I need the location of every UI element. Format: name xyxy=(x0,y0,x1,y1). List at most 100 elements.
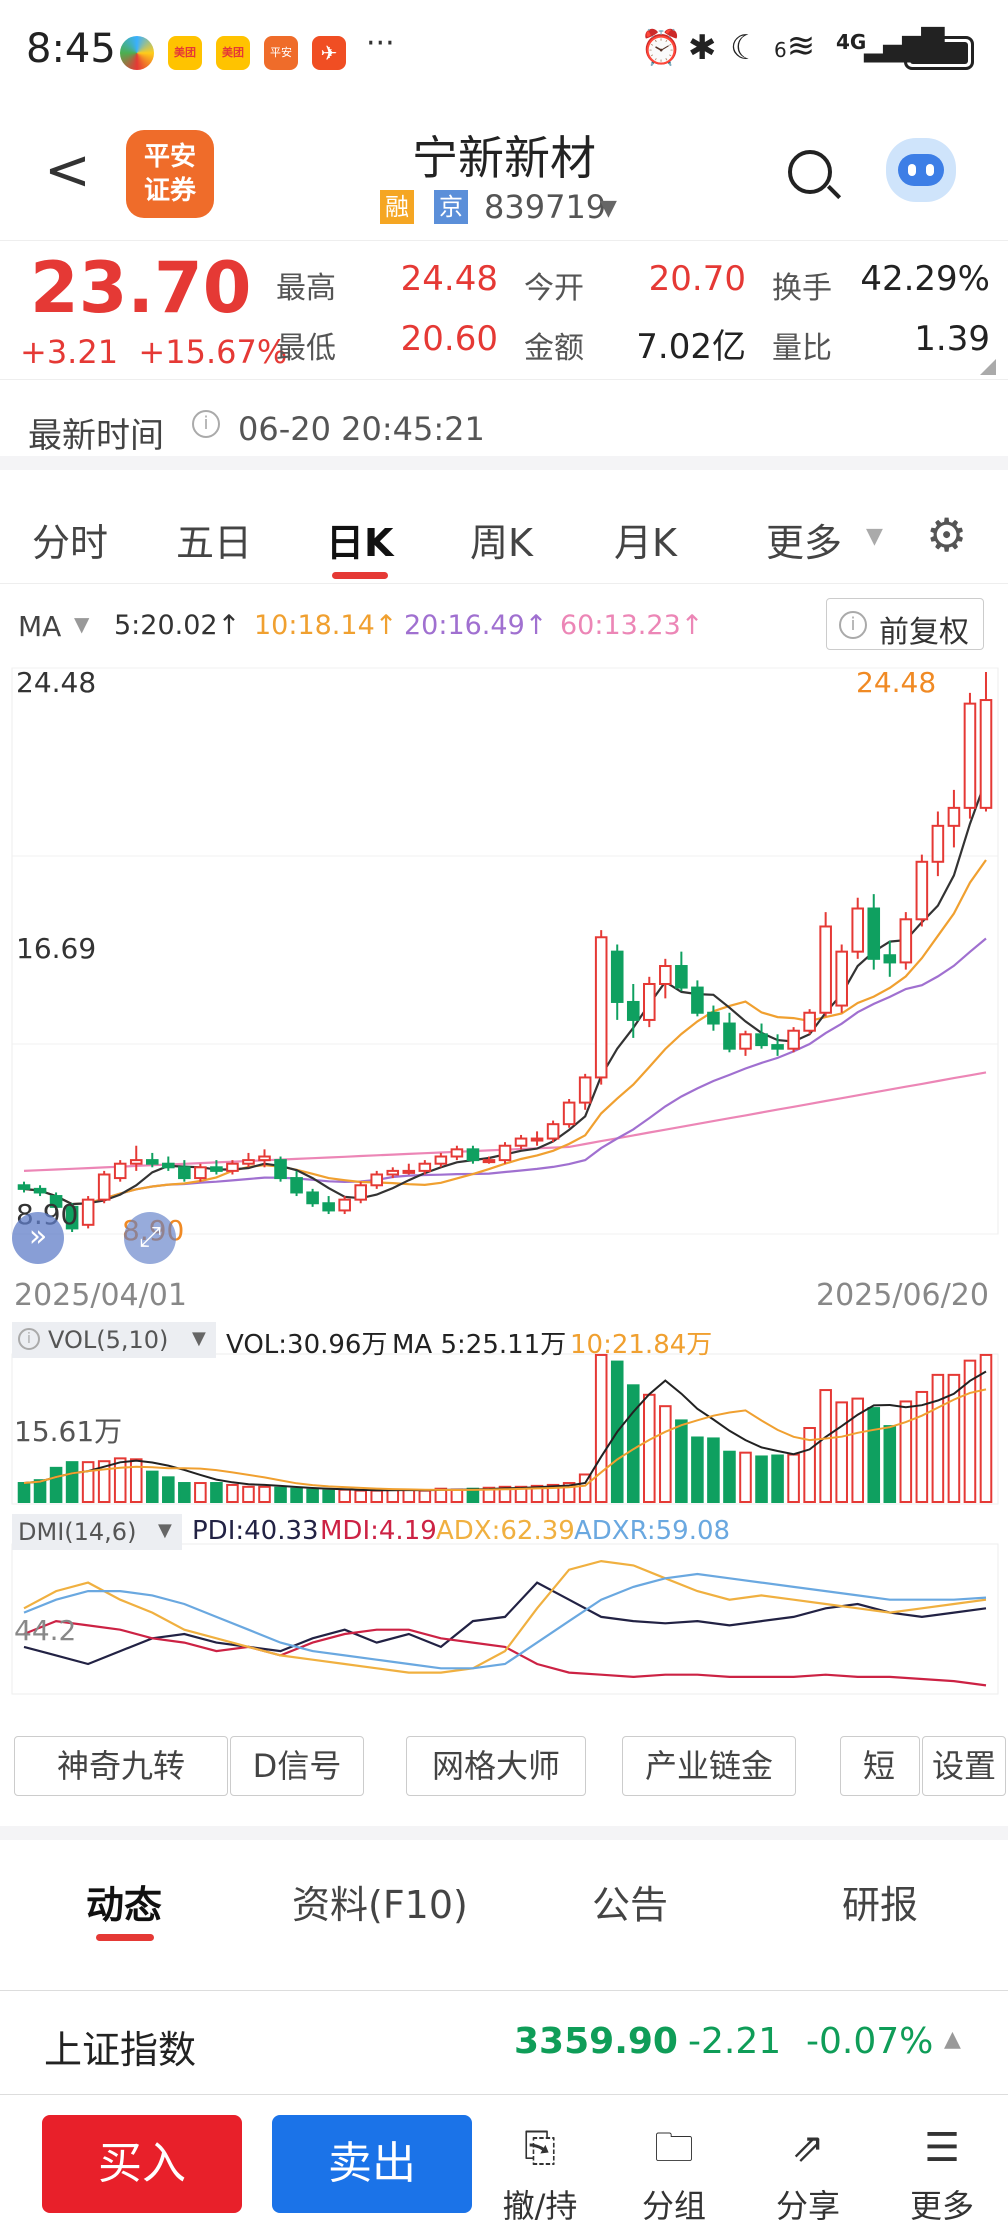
volume-bar xyxy=(242,1485,255,1503)
search-icon[interactable] xyxy=(788,150,842,200)
info-icon: i xyxy=(18,1328,40,1350)
volume-bar xyxy=(675,1419,688,1504)
more-button[interactable]: ☰ 更多 xyxy=(902,2123,982,2227)
volume-bar xyxy=(354,1489,367,1503)
candle-body xyxy=(867,907,881,960)
dmi-mdi: MDI:4.19 xyxy=(320,1516,437,1546)
amount-label: 金额 xyxy=(524,331,584,366)
candle-body xyxy=(899,918,913,964)
candle-body xyxy=(546,1123,560,1140)
volume-bar xyxy=(274,1486,287,1503)
candle-body xyxy=(178,1166,191,1180)
candle-body xyxy=(530,1137,544,1142)
index-ticker[interactable]: 上证指数 3359.90 -2.21 -0.07% ▲ xyxy=(0,1990,1008,2095)
pingan-icon: 平安 xyxy=(264,36,298,70)
update-time-row: 最新时间 i 06-20 20:45:21 xyxy=(0,380,1008,470)
candle-body xyxy=(562,1101,576,1126)
tab-monthly-k[interactable]: 月K xyxy=(614,512,677,567)
volume-bar xyxy=(210,1482,223,1503)
group-button[interactable]: 🗀 分组 xyxy=(634,2123,714,2227)
sell-button[interactable]: 卖出 xyxy=(272,2115,472,2213)
candle-body xyxy=(883,954,897,964)
candle-body xyxy=(723,1022,736,1050)
tab-f10[interactable]: 资料(F10) xyxy=(292,1874,468,1929)
chevron-down-icon[interactable]: ▼ xyxy=(600,196,617,221)
volume-bar xyxy=(883,1425,897,1503)
chart-period-tabs: 分时 五日 日K 周K 月K 更多 ▼ ⚙ xyxy=(0,484,1008,584)
volume-bar xyxy=(113,1457,127,1503)
volume-indicator-select[interactable]: i VOL(5,10) ▼ xyxy=(12,1322,216,1358)
volume-bar xyxy=(418,1489,432,1503)
volume-bar xyxy=(322,1489,335,1503)
high-value: 24.48 xyxy=(400,259,498,299)
tab-weekly-k[interactable]: 周K xyxy=(470,512,533,567)
open-value: 20.70 xyxy=(648,259,746,299)
kline-chart-area[interactable]: MA ▼ 5:20.02↑ 10:18.14↑ 20:16.49↑ 60:13.… xyxy=(0,584,1008,1734)
assistant-robot-icon[interactable] xyxy=(886,138,956,202)
tab-more[interactable]: 更多 xyxy=(766,512,842,567)
volume-bar xyxy=(594,1353,608,1504)
feature-button[interactable]: 产业链金 xyxy=(622,1736,796,1796)
share-label: 分享 xyxy=(775,2187,840,2225)
candle-body xyxy=(851,907,865,953)
more-notifications-icon: ··· xyxy=(366,26,395,61)
candle-body xyxy=(338,1198,351,1212)
market-tag: 京 xyxy=(434,190,468,224)
low-value: 20.60 xyxy=(400,319,498,359)
tab-news[interactable]: 动态 xyxy=(86,1874,162,1929)
candle-body xyxy=(194,1166,207,1180)
feature-button[interactable]: 网格大师 xyxy=(406,1736,586,1796)
candle-body xyxy=(915,860,929,921)
candle-body xyxy=(691,986,704,1014)
candle-body xyxy=(226,1162,239,1172)
chevron-down-icon: ▼ xyxy=(158,1520,172,1541)
volume-bar xyxy=(162,1476,175,1503)
network-type: 4G xyxy=(836,30,867,54)
tab-research[interactable]: 研报 xyxy=(842,1874,918,1929)
chevron-down-icon[interactable]: ▼ xyxy=(866,524,883,549)
dmi-indicator-select[interactable]: DMI(14,6) ▼ xyxy=(12,1514,182,1550)
feature-button[interactable]: 神奇九转 xyxy=(14,1736,228,1796)
wifi-gen: 6 xyxy=(774,38,787,62)
dmi-adxr: ADXR:59.08 xyxy=(574,1516,731,1546)
cancel-hold-button[interactable]: ⎘ 撤/持 xyxy=(500,2123,580,2227)
expand-corner-icon[interactable] xyxy=(980,359,996,375)
tab-intraday[interactable]: 分时 xyxy=(32,512,108,567)
dmi-lines xyxy=(23,1559,987,1687)
index-change: -2.21 xyxy=(688,2021,782,2062)
change-value: +3.21 xyxy=(20,333,119,371)
dmi-y-label: 44.2 xyxy=(14,1614,77,1647)
active-tab-indicator xyxy=(332,572,388,579)
candle-body xyxy=(466,1148,480,1162)
tab-five-day[interactable]: 五日 xyxy=(176,512,252,567)
feature-button[interactable]: D信号 xyxy=(230,1736,364,1796)
chevron-up-icon[interactable]: ▲ xyxy=(944,2027,961,2052)
expand-sidebar-icon[interactable]: » xyxy=(12,1212,64,1264)
active-tab-indicator xyxy=(96,1934,154,1941)
tab-daily-k[interactable]: 日K xyxy=(326,512,393,567)
volume-bar xyxy=(226,1483,239,1504)
info-icon[interactable]: i xyxy=(192,410,220,438)
gear-icon[interactable]: ⚙ xyxy=(926,508,967,562)
price-change: +3.21 +15.67% xyxy=(20,333,287,371)
volume-bar xyxy=(819,1389,832,1503)
vol-ma5: MA 5:25.11万 xyxy=(392,1330,567,1360)
date-start: 2025/04/01 xyxy=(14,1278,187,1313)
index-name: 上证指数 xyxy=(44,2028,197,2072)
stock-code[interactable]: 839719 xyxy=(484,188,606,226)
buy-button[interactable]: 买入 xyxy=(42,2115,242,2213)
wifi-icon: 6≋ xyxy=(774,26,816,66)
share-button[interactable]: ⇗ 分享 xyxy=(768,2123,848,2227)
fullscreen-icon[interactable]: ⤢ xyxy=(124,1212,176,1264)
volume-bar xyxy=(867,1407,881,1503)
feature-button[interactable]: 短线 xyxy=(840,1736,920,1796)
volume-bar xyxy=(659,1405,672,1504)
tab-announcements[interactable]: 公告 xyxy=(592,1874,668,1929)
volume-bar xyxy=(643,1393,656,1503)
volume-bar xyxy=(290,1487,303,1504)
candle-body xyxy=(482,1159,496,1164)
info-tabs: 动态 资料(F10) 公告 研报 xyxy=(0,1826,1008,1941)
volume-indicator-label: VOL(5,10) xyxy=(48,1326,169,1354)
open-label: 今开 xyxy=(524,271,584,306)
settings-button[interactable]: 设置 xyxy=(922,1736,1006,1796)
